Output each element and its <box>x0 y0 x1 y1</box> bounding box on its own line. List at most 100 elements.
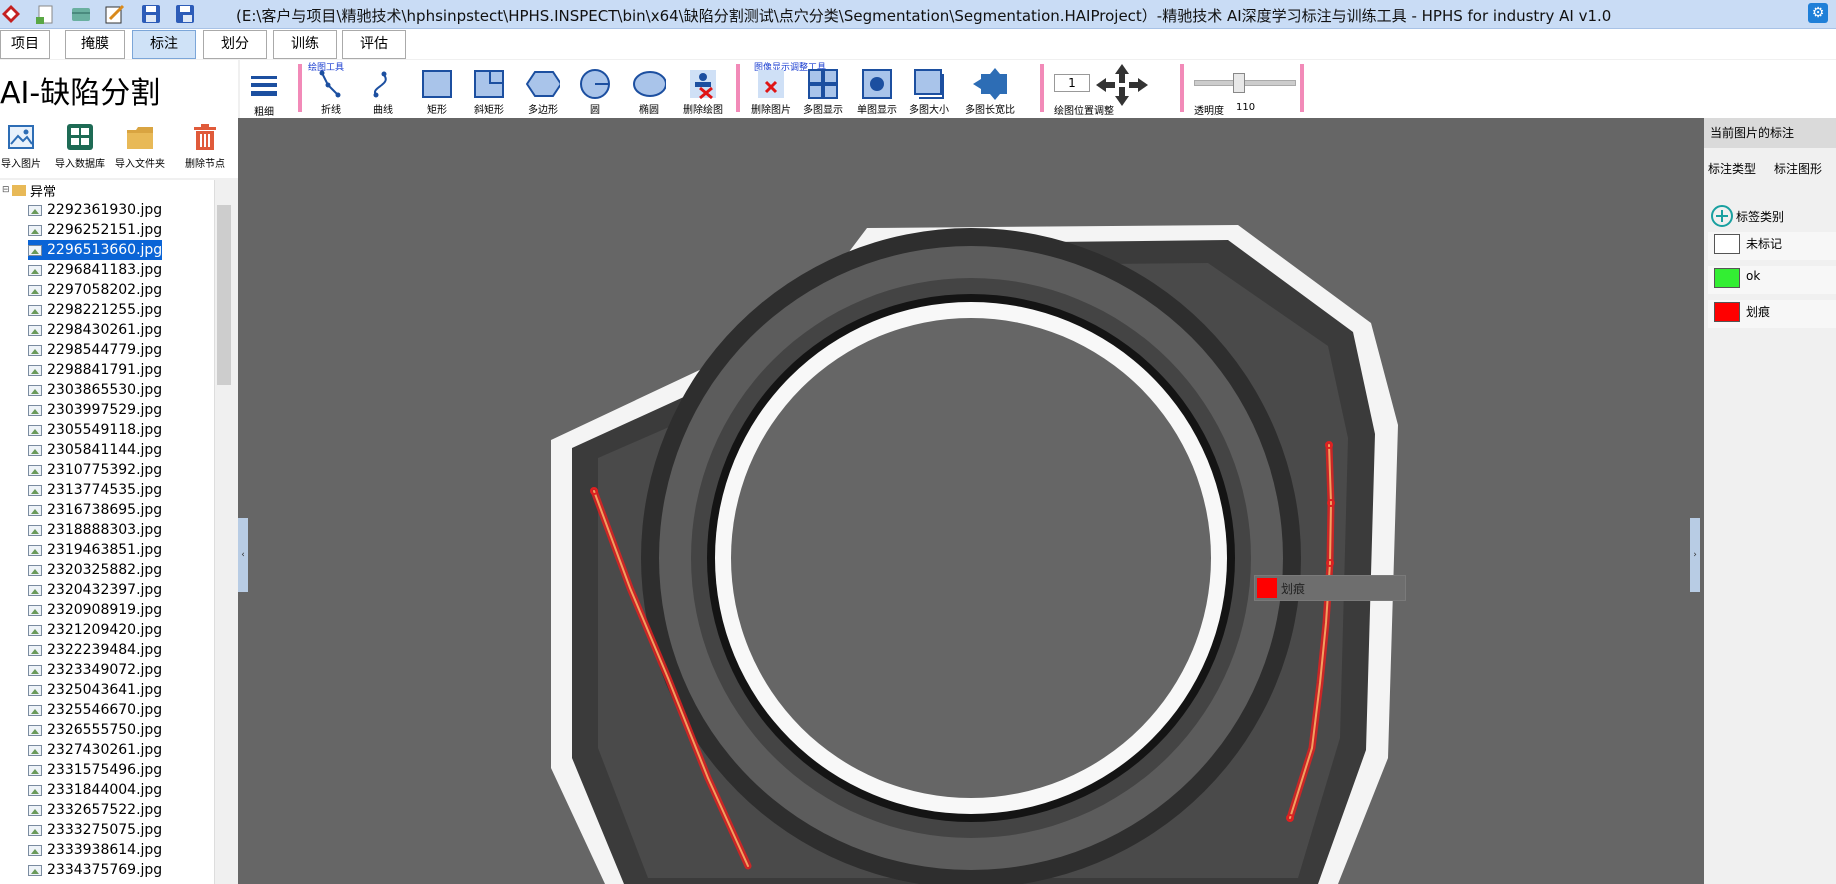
tab-annotation-shape[interactable]: 标注图形 <box>1774 160 1822 177</box>
label-color-swatch[interactable] <box>1714 234 1740 254</box>
tree-item[interactable]: 2298544779.jpg <box>28 340 162 360</box>
tree-item[interactable]: 2331844004.jpg <box>28 780 162 800</box>
edit-icon[interactable] <box>104 3 126 25</box>
scrollbar-thumb[interactable] <box>217 205 231 385</box>
thickness-dropdown[interactable]: 粗细 ▾ <box>244 70 284 129</box>
tree-item[interactable]: 2320908919.jpg <box>28 600 162 620</box>
tab-train[interactable]: 训练 <box>273 30 337 59</box>
tree-item[interactable]: 2320325882.jpg <box>28 560 162 580</box>
tree-item[interactable]: 2331575496.jpg <box>28 760 162 780</box>
multi-size-button[interactable]: 多图大小 <box>906 68 952 118</box>
tree-root-folder[interactable]: ⊟ 异常 <box>2 181 57 200</box>
tree-item[interactable]: 2298221255.jpg <box>28 300 162 320</box>
position-arrows[interactable] <box>1096 64 1148 106</box>
label-color-swatch[interactable] <box>1714 268 1740 288</box>
toolbar-separator <box>736 64 740 112</box>
trash-icon <box>190 122 220 152</box>
tree-item-label: 2318888303.jpg <box>47 522 163 538</box>
tab-annotation-type[interactable]: 标注类型 <box>1708 160 1756 177</box>
polyline-tool-button[interactable]: 折线 <box>308 68 354 118</box>
import-database-button[interactable]: 导入数据库 <box>50 122 110 174</box>
tab-split[interactable]: 划分 <box>203 30 267 59</box>
import-image-label: 导入图片 <box>1 159 41 170</box>
tree-item[interactable]: 2325546670.jpg <box>28 700 162 720</box>
label-row-unlabeled[interactable]: 未标记 <box>1708 232 1836 260</box>
settings-gear-icon[interactable]: ⚙ <box>1808 3 1828 23</box>
inspection-image[interactable] <box>238 118 1704 884</box>
open-database-icon[interactable] <box>70 3 92 25</box>
tree-item[interactable]: 2322239484.jpg <box>28 640 162 660</box>
tree-item[interactable]: 2303997529.jpg <box>28 400 162 420</box>
curve-tool-button[interactable]: 曲线 <box>360 68 406 118</box>
new-file-icon[interactable] <box>34 3 56 25</box>
tree-item[interactable]: 2313774535.jpg <box>28 480 162 500</box>
tree-item[interactable]: 2319463851.jpg <box>28 540 162 560</box>
rotated-rectangle-tool-button[interactable]: 斜矩形 <box>466 68 512 118</box>
aspect-ratio-button[interactable]: 多图长宽比 <box>964 68 1016 118</box>
tree-item[interactable]: 2332657522.jpg <box>28 800 162 820</box>
toolbar-separator <box>298 64 302 112</box>
tree-item[interactable]: 2334375769.jpg <box>28 860 162 880</box>
tree-item[interactable]: 2320432397.jpg <box>28 580 162 600</box>
tree-item[interactable]: 2318888303.jpg <box>28 520 162 540</box>
tree-item[interactable]: 2292361930.jpg <box>28 200 162 220</box>
tab-evaluate[interactable]: 评估 <box>342 30 406 59</box>
polygon-tool-button[interactable]: 多边形 <box>520 68 566 118</box>
toolbar-separator <box>1180 64 1184 112</box>
tree-item[interactable]: 2327430261.jpg <box>28 740 162 760</box>
tree-item[interactable]: 2321209420.jpg <box>28 620 162 640</box>
image-tree[interactable]: ⊟ 异常 2292361930.jpg 2296252151.jpg 2296513… <box>0 180 214 884</box>
opacity-slider-thumb[interactable] <box>1233 73 1245 93</box>
delete-drawing-button[interactable]: 删除绘图 <box>680 68 726 118</box>
circle-tool-button[interactable]: 圆 <box>572 68 618 118</box>
annotation-label-tooltip[interactable]: 划痕 <box>1254 575 1406 601</box>
add-category-button[interactable]: 标签类别 <box>1710 204 1784 228</box>
tree-root-label: 异常 <box>30 184 57 200</box>
tab-annotate[interactable]: 标注 <box>132 30 196 59</box>
tree-item[interactable]: 2296841183.jpg <box>28 260 162 280</box>
tree-item[interactable]: 2303865530.jpg <box>28 380 162 400</box>
multi-view-button[interactable]: 多图显示 <box>800 68 846 118</box>
image-file-icon <box>28 304 42 316</box>
tree-item[interactable]: 2323349072.jpg <box>28 660 162 680</box>
label-color-swatch[interactable] <box>1714 302 1740 322</box>
image-canvas[interactable]: 划痕 ‹ › <box>238 118 1704 884</box>
tree-item-label: 2310775392.jpg <box>47 462 163 478</box>
tree-item[interactable]: 2298430261.jpg <box>28 320 162 340</box>
ellipse-tool-button[interactable]: 椭圆 <box>626 68 672 118</box>
collapse-toggle-icon[interactable]: ⊟ <box>2 185 10 195</box>
tree-item-label: 2325043641.jpg <box>47 682 163 698</box>
delete-node-button[interactable]: 删除节点 <box>176 122 234 174</box>
image-file-icon <box>28 704 42 716</box>
tree-item[interactable]: 2305841144.jpg <box>28 440 162 460</box>
tree-item[interactable]: 2297058202.jpg <box>28 280 162 300</box>
tree-item[interactable]: 2316738695.jpg <box>28 500 162 520</box>
label-row-ok[interactable]: ok <box>1708 266 1836 294</box>
tree-item[interactable]: 2296513660.jpg <box>28 240 163 260</box>
tree-scrollbar[interactable] <box>214 180 233 884</box>
tree-item[interactable]: 2296252151.jpg <box>28 220 162 240</box>
tree-item[interactable]: 2333275075.jpg <box>28 820 162 840</box>
save-icon[interactable] <box>140 3 162 25</box>
tree-item[interactable]: 2326555750.jpg <box>28 720 162 740</box>
opacity-label: 透明度 <box>1194 106 1224 117</box>
import-folder-button[interactable]: 导入文件夹 <box>110 122 170 174</box>
collapse-right-panel-button[interactable]: › <box>1690 518 1700 592</box>
tab-project[interactable]: 项目 <box>0 30 50 59</box>
position-input[interactable] <box>1054 74 1090 92</box>
save-as-icon[interactable] <box>174 3 196 25</box>
import-image-button[interactable]: 导入图片 <box>0 122 50 174</box>
tree-item[interactable]: 2310775392.jpg <box>28 460 162 480</box>
tab-mask[interactable]: 掩膜 <box>65 30 125 59</box>
single-view-button[interactable]: 单图显示 <box>854 68 900 118</box>
tree-item[interactable]: 2333938614.jpg <box>28 840 162 860</box>
tree-item[interactable]: 2305549118.jpg <box>28 420 162 440</box>
rectangle-tool-button[interactable]: 矩形 <box>414 68 460 118</box>
tree-item[interactable]: 2298841791.jpg <box>28 360 162 380</box>
tree-item[interactable]: 2325043641.jpg <box>28 680 162 700</box>
label-row-scratch[interactable]: 划痕 <box>1708 300 1836 328</box>
delete-image-button[interactable]: 删除图片 <box>748 68 794 118</box>
import-database-label: 导入数据库 <box>55 159 105 170</box>
collapse-left-panel-button[interactable]: ‹ <box>238 518 248 592</box>
opacity-slider-track[interactable] <box>1194 73 1296 93</box>
